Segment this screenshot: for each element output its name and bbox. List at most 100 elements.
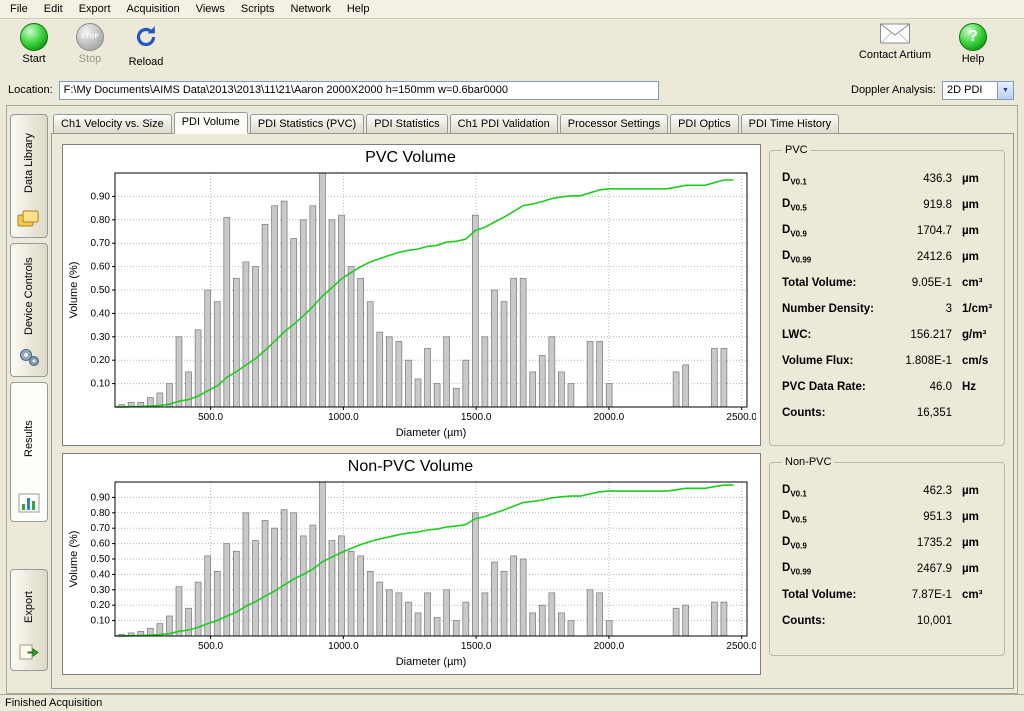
menu-item-scripts[interactable]: Scripts [233,1,283,17]
svg-text:0.80: 0.80 [91,508,111,519]
sidebar: Data Library Device Controls Results Export [9,110,51,689]
svg-text:2500.0: 2500.0 [726,412,756,423]
svg-text:2500.0: 2500.0 [726,641,756,652]
reload-label: Reload [129,56,164,68]
stop-icon: STOP [76,23,104,51]
location-input[interactable] [59,81,659,100]
stat-row: DV0.992412.6µm [782,244,996,270]
contact-artium-button[interactable]: Contact Artium [858,23,932,61]
stat-row: LWC:156.217g/m³ [782,322,996,348]
pvc-volume-chart: PVC Volume 0.100.200.300.400.500.600.700… [62,144,761,446]
stat-label: DV0.1 [782,172,890,186]
menu-item-edit[interactable]: Edit [36,1,71,17]
nonpvc-chart-plot: 0.100.200.300.400.500.600.700.800.90500.… [65,476,756,668]
sidebar-item-results[interactable]: Results [10,382,48,522]
tab-pdi-time-history[interactable]: PDI Time History [741,114,840,134]
svg-text:0.80: 0.80 [91,215,111,226]
svg-text:2000.0: 2000.0 [594,412,625,423]
tab-pdi-optics[interactable]: PDI Optics [670,114,739,134]
charts-column: PVC Volume 0.100.200.300.400.500.600.700… [62,144,761,680]
stat-unit: cm³ [952,589,996,601]
stat-value: 46.0 [890,381,952,393]
stat-row: Counts:16,351 [782,400,996,426]
stat-row: DV0.91735.2µm [782,530,996,556]
svg-text:1500.0: 1500.0 [461,412,492,423]
stat-label: DV0.1 [782,484,890,498]
stat-label: Total Volume: [782,589,890,601]
stat-row: PVC Data Rate:46.0Hz [782,374,996,400]
help-icon-text: ? [968,28,978,46]
menu-item-network[interactable]: Network [282,1,338,17]
stats-column: PVC DV0.1436.3µmDV0.5919.8µmDV0.91704.7µ… [769,144,1005,680]
toolbar: Start STOP Stop Reload Contact Artium ? … [0,19,1024,77]
gears-icon [17,346,41,371]
svg-text:0.60: 0.60 [91,539,111,550]
menu-item-views[interactable]: Views [188,1,233,17]
menu-item-help[interactable]: Help [339,1,378,17]
sidebar-item-label: Export [23,576,35,638]
app-window: FileEditExportAcquisitionViewsScriptsNet… [0,0,1024,711]
sidebar-item-device-controls[interactable]: Device Controls [10,243,48,377]
stat-unit: Hz [952,381,996,393]
svg-text:0.90: 0.90 [91,492,111,503]
pvc-stats-legend: PVC [782,144,811,156]
contact-artium-label: Contact Artium [859,49,931,61]
svg-text:0.30: 0.30 [91,332,111,343]
tab-pdi-statistics[interactable]: PDI Statistics [366,114,447,134]
stat-label: DV0.99 [782,250,890,264]
svg-text:0.10: 0.10 [91,379,111,390]
svg-text:Diameter (µm): Diameter (µm) [396,656,467,668]
stat-label: Volume Flux: [782,355,890,367]
stat-label: PVC Data Rate: [782,381,890,393]
location-label: Location: [8,84,53,96]
svg-text:Volume (%): Volume (%) [68,262,80,319]
sidebar-item-data-library[interactable]: Data Library [10,114,48,238]
doppler-analysis-select[interactable]: 2D PDI ▼ [942,81,1014,100]
reload-button[interactable]: Reload [120,23,172,68]
start-button[interactable]: Start [8,23,60,65]
tab-ch1-velocity-vs-size[interactable]: Ch1 Velocity vs. Size [53,114,172,134]
pvc-chart-title: PVC Volume [65,147,756,167]
tab-strip: Ch1 Velocity vs. SizePDI VolumePDI Stati… [51,110,1014,133]
chart-icon [18,493,40,516]
stat-value: 9.05E-1 [890,277,952,289]
menu-item-file[interactable]: File [2,1,36,17]
stat-value: 10,001 [890,615,952,627]
help-icon: ? [959,23,987,51]
stat-label: Counts: [782,407,890,419]
start-icon [20,23,48,51]
tab-pdi-statistics-pvc-[interactable]: PDI Statistics (PVC) [250,114,364,134]
svg-text:0.50: 0.50 [91,285,111,296]
help-button[interactable]: ? Help [936,23,1010,65]
svg-text:0.90: 0.90 [91,191,111,202]
stat-label: Counts: [782,615,890,627]
svg-text:1000.0: 1000.0 [328,641,359,652]
status-bar: Finished Acquisition [0,694,1024,711]
start-label: Start [22,53,45,65]
tab-ch1-pdi-validation[interactable]: Ch1 PDI Validation [450,114,558,134]
stat-value: 156.217 [890,329,952,341]
stat-value: 1735.2 [890,537,952,549]
pvc-stats-body: DV0.1436.3µmDV0.5919.8µmDV0.91704.7µmDV0… [782,160,996,426]
stop-button[interactable]: STOP Stop [64,23,116,65]
tab-processor-settings[interactable]: Processor Settings [560,114,668,134]
stat-value: 16,351 [890,407,952,419]
stat-value: 951.3 [890,511,952,523]
doppler-analysis-value: 2D PDI [943,84,997,96]
sidebar-item-export[interactable]: Export [10,569,48,671]
svg-text:0.70: 0.70 [91,238,111,249]
menu-item-acquisition[interactable]: Acquisition [119,1,188,17]
pvc-chart-plot: 0.100.200.300.400.500.600.700.800.90500.… [65,167,756,439]
menu-item-export[interactable]: Export [71,1,119,17]
stat-label: Number Density: [782,303,890,315]
stat-label: Total Volume: [782,277,890,289]
svg-text:500.0: 500.0 [198,641,223,652]
stat-unit: cm³ [952,277,996,289]
tab-pdi-volume[interactable]: PDI Volume [174,112,248,134]
svg-text:1000.0: 1000.0 [328,412,359,423]
stat-row: DV0.992467.9µm [782,556,996,582]
chevron-down-icon[interactable]: ▼ [997,82,1013,99]
stat-row: Counts:10,001 [782,608,996,634]
svg-text:0.40: 0.40 [91,569,111,580]
sidebar-item-label: Data Library [23,121,35,205]
